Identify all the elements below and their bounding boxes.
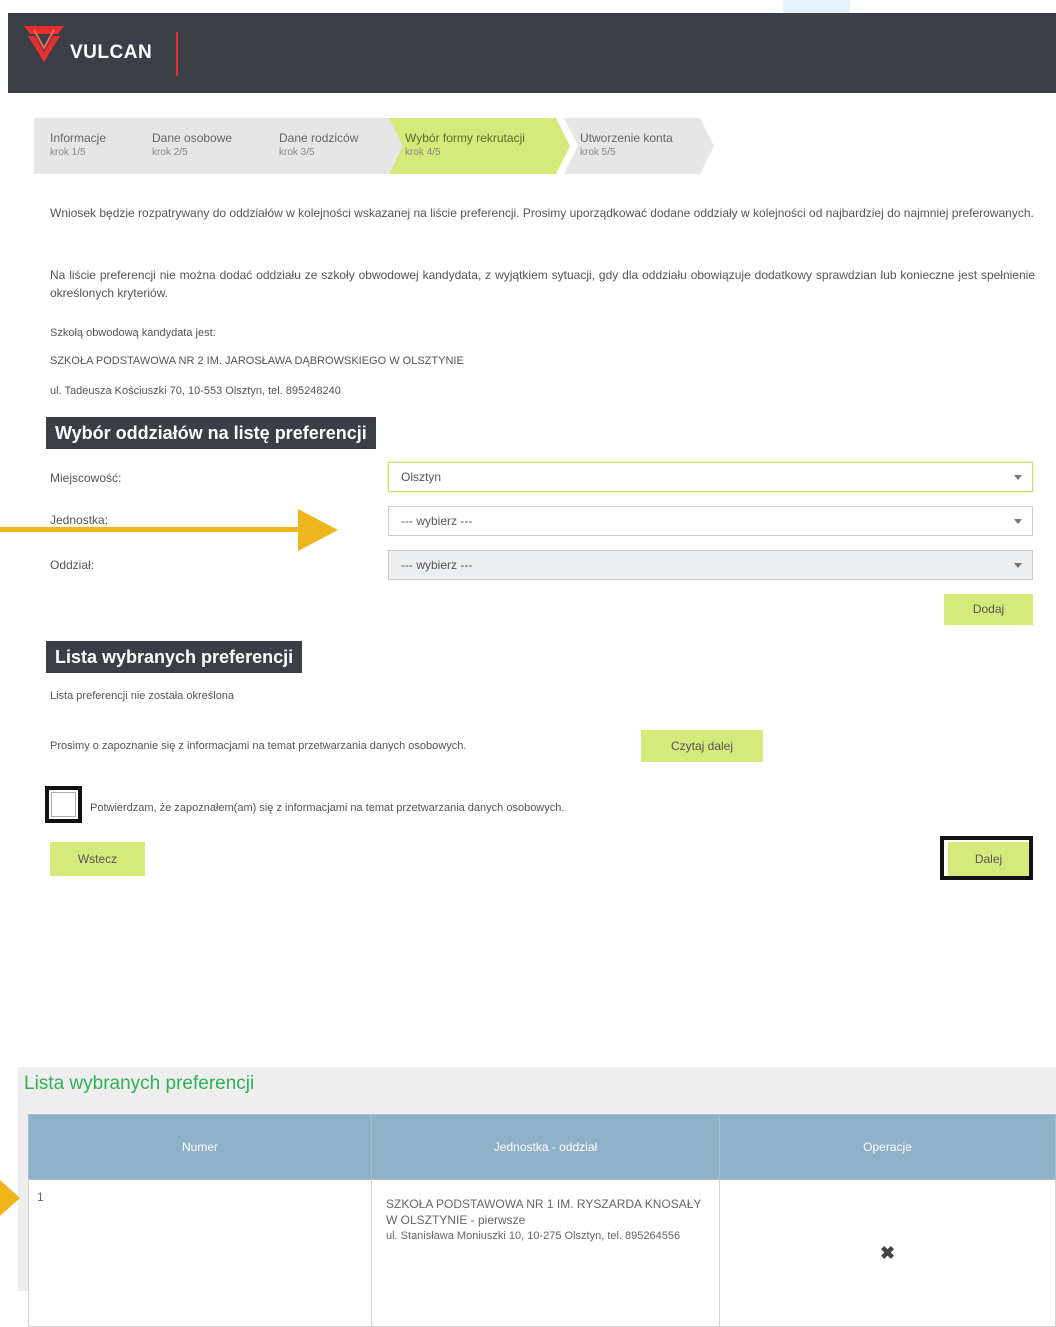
branch-label: Oddział: — [50, 558, 95, 572]
step-title: Dane rodziców — [279, 131, 359, 145]
header-divider — [176, 32, 178, 76]
column-header-numer: Numer — [28, 1114, 372, 1180]
delete-x-icon[interactable]: ✖ — [880, 1243, 895, 1263]
step-title: Dane osobowe — [152, 131, 233, 145]
info-paragraph-1: Wniosek będzie rozpatrywany do oddziałów… — [50, 206, 1034, 220]
preferences-panel-title: Lista wybranych preferencji — [24, 1073, 255, 1094]
confirm-checkbox[interactable] — [51, 792, 76, 817]
step-title: Utworzenie konta — [580, 131, 673, 145]
add-button[interactable]: Dodaj — [944, 594, 1033, 625]
app-header — [8, 13, 1056, 93]
preferences-heading: Lista wybranych preferencji — [46, 641, 303, 673]
step-title: Wybór formy rekrutacji — [405, 131, 525, 145]
preferences-empty-text: Lista preferencji nie została określona — [50, 690, 235, 702]
top-highlight — [783, 0, 850, 13]
row-unit-name: SZKOŁA PODSTAWOWA NR 1 IM. RYSZARDA KNOS… — [386, 1197, 702, 1227]
selection-heading: Wybór oddziałów na listę preferencji — [46, 417, 376, 449]
step-sub: krok 1/5 — [50, 147, 86, 158]
table-row: 1 SZKOŁA PODSTAWOWA NR 1 IM. RYSZARDA KN… — [28, 1179, 1056, 1327]
branch-select-value: --- wybierz --- — [401, 558, 473, 572]
school-name: SZKOŁA PODSTAWOWA NR 2 IM. JAROSŁAWA DĄB… — [50, 355, 464, 367]
step-title: Informacje — [50, 131, 107, 145]
row-unit: SZKOŁA PODSTAWOWA NR 1 IM. RYSZARDA KNOS… — [371, 1179, 720, 1327]
step-informacje[interactable]: Informacje krok 1/5 — [34, 118, 152, 174]
step-sub: krok 2/5 — [152, 147, 188, 158]
step-wybor-formy-rekrutacji[interactable]: Wybór formy rekrutacji krok 4/5 — [389, 118, 570, 174]
school-address: ul. Tadeusza Kościuszki 70, 10-553 Olszt… — [50, 385, 341, 397]
step-sub: krok 5/5 — [580, 147, 616, 158]
chevron-down-icon — [1014, 475, 1022, 480]
info-paragraph-2: Na liście preferencji nie można dodać od… — [50, 268, 1035, 300]
unit-select-value: --- wybierz --- — [401, 514, 473, 528]
back-button[interactable]: Wstecz — [50, 842, 145, 876]
next-button-highlight — [940, 836, 1033, 880]
confirm-label: Potwierdzam, że zapoznałem(am) się z inf… — [90, 802, 565, 814]
chevron-down-icon — [1014, 563, 1022, 568]
column-header-operacje: Operacje — [719, 1114, 1056, 1180]
step-sub: krok 3/5 — [279, 147, 315, 158]
read-more-button[interactable]: Czytaj dalej — [641, 730, 763, 762]
step-utworzenie-konta[interactable]: Utworzenie konta krok 5/5 — [564, 118, 714, 174]
city-select[interactable]: Olsztyn — [388, 462, 1033, 492]
row-unit-address: ul. Stanisława Moniuszki 10, 10-275 Olsz… — [386, 1230, 681, 1242]
branch-select[interactable]: --- wybierz --- — [388, 550, 1033, 580]
row-number: 1 — [28, 1179, 372, 1327]
annotation-arrow-icon — [0, 1180, 20, 1216]
column-header-jednostka: Jednostka - oddział — [371, 1114, 720, 1180]
brand-name: VULCAN — [70, 42, 153, 63]
step-dane-rodzicow[interactable]: Dane rodziców krok 3/5 — [263, 118, 407, 174]
annotation-arrow-icon — [298, 509, 338, 551]
annotation-arrow-shaft — [0, 527, 300, 532]
city-select-value: Olsztyn — [401, 470, 442, 484]
step-sub: krok 4/5 — [405, 147, 441, 158]
row-operations: ✖ — [719, 1179, 1056, 1327]
school-label: Szkołą obwodową kandydata jest: — [50, 327, 216, 339]
step-dane-osobowe[interactable]: Dane osobowe krok 2/5 — [136, 118, 279, 174]
city-label: Miejscowość: — [50, 471, 122, 485]
unit-label: Jednostka: — [50, 513, 109, 527]
chevron-down-icon — [1014, 519, 1022, 524]
preferences-table: Numer Jednostka - oddział Operacje 1 SZK… — [28, 1114, 1056, 1327]
gdpr-text: Prosimy o zapoznanie się z informacjami … — [50, 740, 467, 752]
unit-select[interactable]: --- wybierz --- — [388, 506, 1033, 536]
